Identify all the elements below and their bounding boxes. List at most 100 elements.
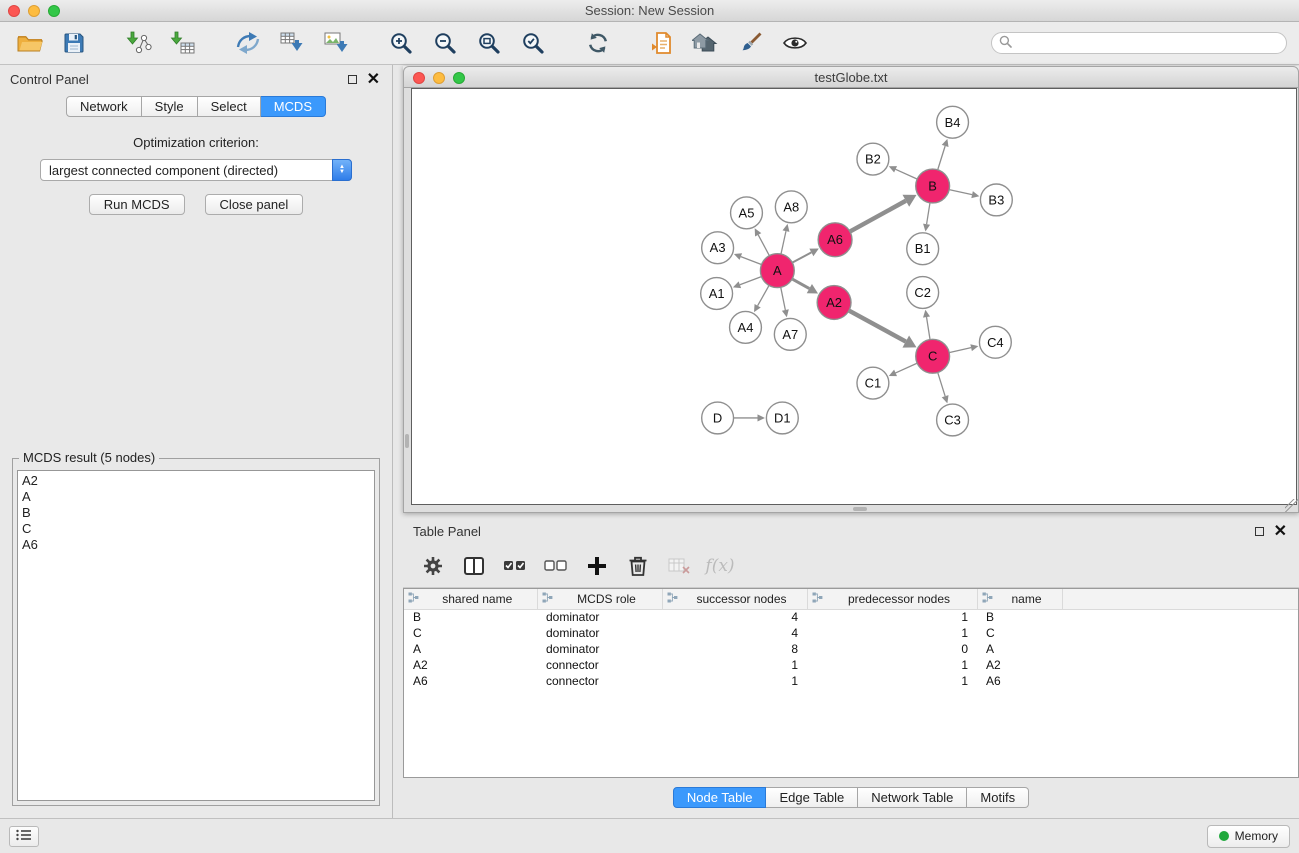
delete-table-icon[interactable] <box>665 552 693 580</box>
delete-row-icon[interactable] <box>624 552 652 580</box>
mcds-result-list[interactable]: A2ABCA6 <box>17 470 375 801</box>
export-table-icon[interactable] <box>274 26 310 60</box>
tab-select[interactable]: Select <box>198 96 261 117</box>
list-item[interactable]: A2 <box>22 473 370 489</box>
zoom-window-button[interactable] <box>48 5 60 17</box>
edge-C-C3[interactable] <box>938 373 945 396</box>
deselect-all-icon[interactable] <box>542 552 570 580</box>
close-table-panel-icon[interactable]: ✕ <box>1274 527 1287 537</box>
vertical-scrollbar-thumb[interactable] <box>405 434 409 448</box>
network-node-A2[interactable]: A2 <box>817 286 851 320</box>
network-graph[interactable]: B4B2BB3A8A5A6A3B1AA1C2A2A4A7C4CC1DD1C3 <box>412 89 1296 504</box>
edge-A-A5[interactable] <box>758 235 769 255</box>
table-row[interactable]: A2connector11A2 <box>404 657 1298 673</box>
style-brush-icon[interactable] <box>733 26 769 60</box>
table-cell[interactable]: A2 <box>977 657 1062 673</box>
task-history-button[interactable] <box>9 826 39 847</box>
network-node-A8[interactable]: A8 <box>775 191 807 223</box>
edge-A2-C[interactable] <box>849 311 905 342</box>
select-all-icon[interactable] <box>501 552 529 580</box>
table-cell[interactable]: A <box>977 641 1062 657</box>
close-panel-icon[interactable]: ✕ <box>367 75 380 85</box>
run-mcds-button[interactable]: Run MCDS <box>89 194 185 215</box>
tab-node-table[interactable]: Node Table <box>673 787 767 808</box>
tab-edge-table[interactable]: Edge Table <box>766 787 858 808</box>
table-cell[interactable]: A <box>404 641 537 657</box>
table-cell[interactable]: 1 <box>807 657 977 673</box>
float-panel-icon[interactable] <box>348 75 357 84</box>
table-cell[interactable]: 1 <box>807 609 977 625</box>
table-cell[interactable]: 8 <box>662 641 807 657</box>
tab-style[interactable]: Style <box>142 96 198 117</box>
list-item[interactable]: C <box>22 521 370 537</box>
list-item[interactable]: B <box>22 505 370 521</box>
import-table-icon[interactable] <box>165 26 201 60</box>
zoom-fit-icon[interactable] <box>471 26 507 60</box>
list-item[interactable]: A6 <box>22 537 370 553</box>
table-cell[interactable]: dominator <box>537 625 662 641</box>
home-icon[interactable] <box>689 26 725 60</box>
list-item[interactable]: A <box>22 489 370 505</box>
network-node-C2[interactable]: C2 <box>907 277 939 309</box>
network-node-A6[interactable]: A6 <box>818 223 852 257</box>
close-window-button[interactable] <box>8 5 20 17</box>
table-row[interactable]: Bdominator41B <box>404 609 1298 625</box>
edge-A-A4[interactable] <box>758 286 769 306</box>
edge-C-C1[interactable] <box>896 363 917 373</box>
network-node-A1[interactable]: A1 <box>701 278 733 310</box>
resize-grip[interactable] <box>1285 499 1298 512</box>
table-row[interactable]: Adominator80A <box>404 641 1298 657</box>
tab-network-table[interactable]: Network Table <box>858 787 967 808</box>
table-cell[interactable]: A6 <box>977 673 1062 689</box>
edge-A-A8[interactable] <box>781 231 786 253</box>
table-cell[interactable]: 1 <box>662 673 807 689</box>
edge-B-B4[interactable] <box>938 146 945 169</box>
table-cell[interactable]: 0 <box>807 641 977 657</box>
edge-C-C2[interactable] <box>927 317 930 339</box>
network-node-C1[interactable]: C1 <box>857 367 889 399</box>
network-node-A3[interactable]: A3 <box>702 232 734 264</box>
network-node-D[interactable]: D <box>702 402 734 434</box>
edge-A6-B[interactable] <box>850 201 905 232</box>
network-node-A7[interactable]: A7 <box>774 318 806 350</box>
horizontal-scrollbar-thumb[interactable] <box>853 507 867 511</box>
table-cell[interactable]: A6 <box>404 673 537 689</box>
memory-button[interactable]: Memory <box>1207 825 1290 848</box>
table-cell[interactable]: 1 <box>662 657 807 673</box>
network-node-C[interactable]: C <box>916 339 950 373</box>
network-minimize-button[interactable] <box>433 72 445 84</box>
network-node-B2[interactable]: B2 <box>857 143 889 175</box>
edge-A-A1[interactable] <box>740 277 761 285</box>
table-cell[interactable]: dominator <box>537 641 662 657</box>
table-cell[interactable]: connector <box>537 673 662 689</box>
network-node-B3[interactable]: B3 <box>980 184 1012 216</box>
minimize-window-button[interactable] <box>28 5 40 17</box>
table-cell[interactable]: connector <box>537 657 662 673</box>
table-cell[interactable]: dominator <box>537 609 662 625</box>
table-cell[interactable]: 4 <box>662 625 807 641</box>
search-field[interactable] <box>991 32 1287 54</box>
zoom-out-icon[interactable] <box>427 26 463 60</box>
network-zoom-button[interactable] <box>453 72 465 84</box>
table-cell[interactable]: B <box>404 609 537 625</box>
search-input[interactable] <box>1016 36 1279 50</box>
table-cell[interactable]: 1 <box>807 625 977 641</box>
table-cell[interactable]: C <box>404 625 537 641</box>
edge-A-A3[interactable] <box>741 257 761 265</box>
refresh-icon[interactable] <box>580 26 616 60</box>
export-network-icon[interactable] <box>230 26 266 60</box>
function-builder-icon[interactable]: f(x) <box>706 552 734 580</box>
table-row[interactable]: Cdominator41C <box>404 625 1298 641</box>
column-header-shared-name[interactable]: shared name <box>404 589 537 609</box>
first-neighbors-icon[interactable] <box>645 26 681 60</box>
show-hide-icon[interactable] <box>777 26 813 60</box>
edge-A-A7[interactable] <box>781 288 786 310</box>
table-cell[interactable]: 4 <box>662 609 807 625</box>
column-header-name[interactable]: name <box>977 589 1062 609</box>
network-node-B4[interactable]: B4 <box>937 106 969 138</box>
add-row-icon[interactable] <box>583 552 611 580</box>
network-close-button[interactable] <box>413 72 425 84</box>
network-canvas[interactable]: B4B2BB3A8A5A6A3B1AA1C2A2A4A7C4CC1DD1C3 <box>411 88 1297 505</box>
network-node-A4[interactable]: A4 <box>730 311 762 343</box>
network-node-C4[interactable]: C4 <box>979 326 1011 358</box>
